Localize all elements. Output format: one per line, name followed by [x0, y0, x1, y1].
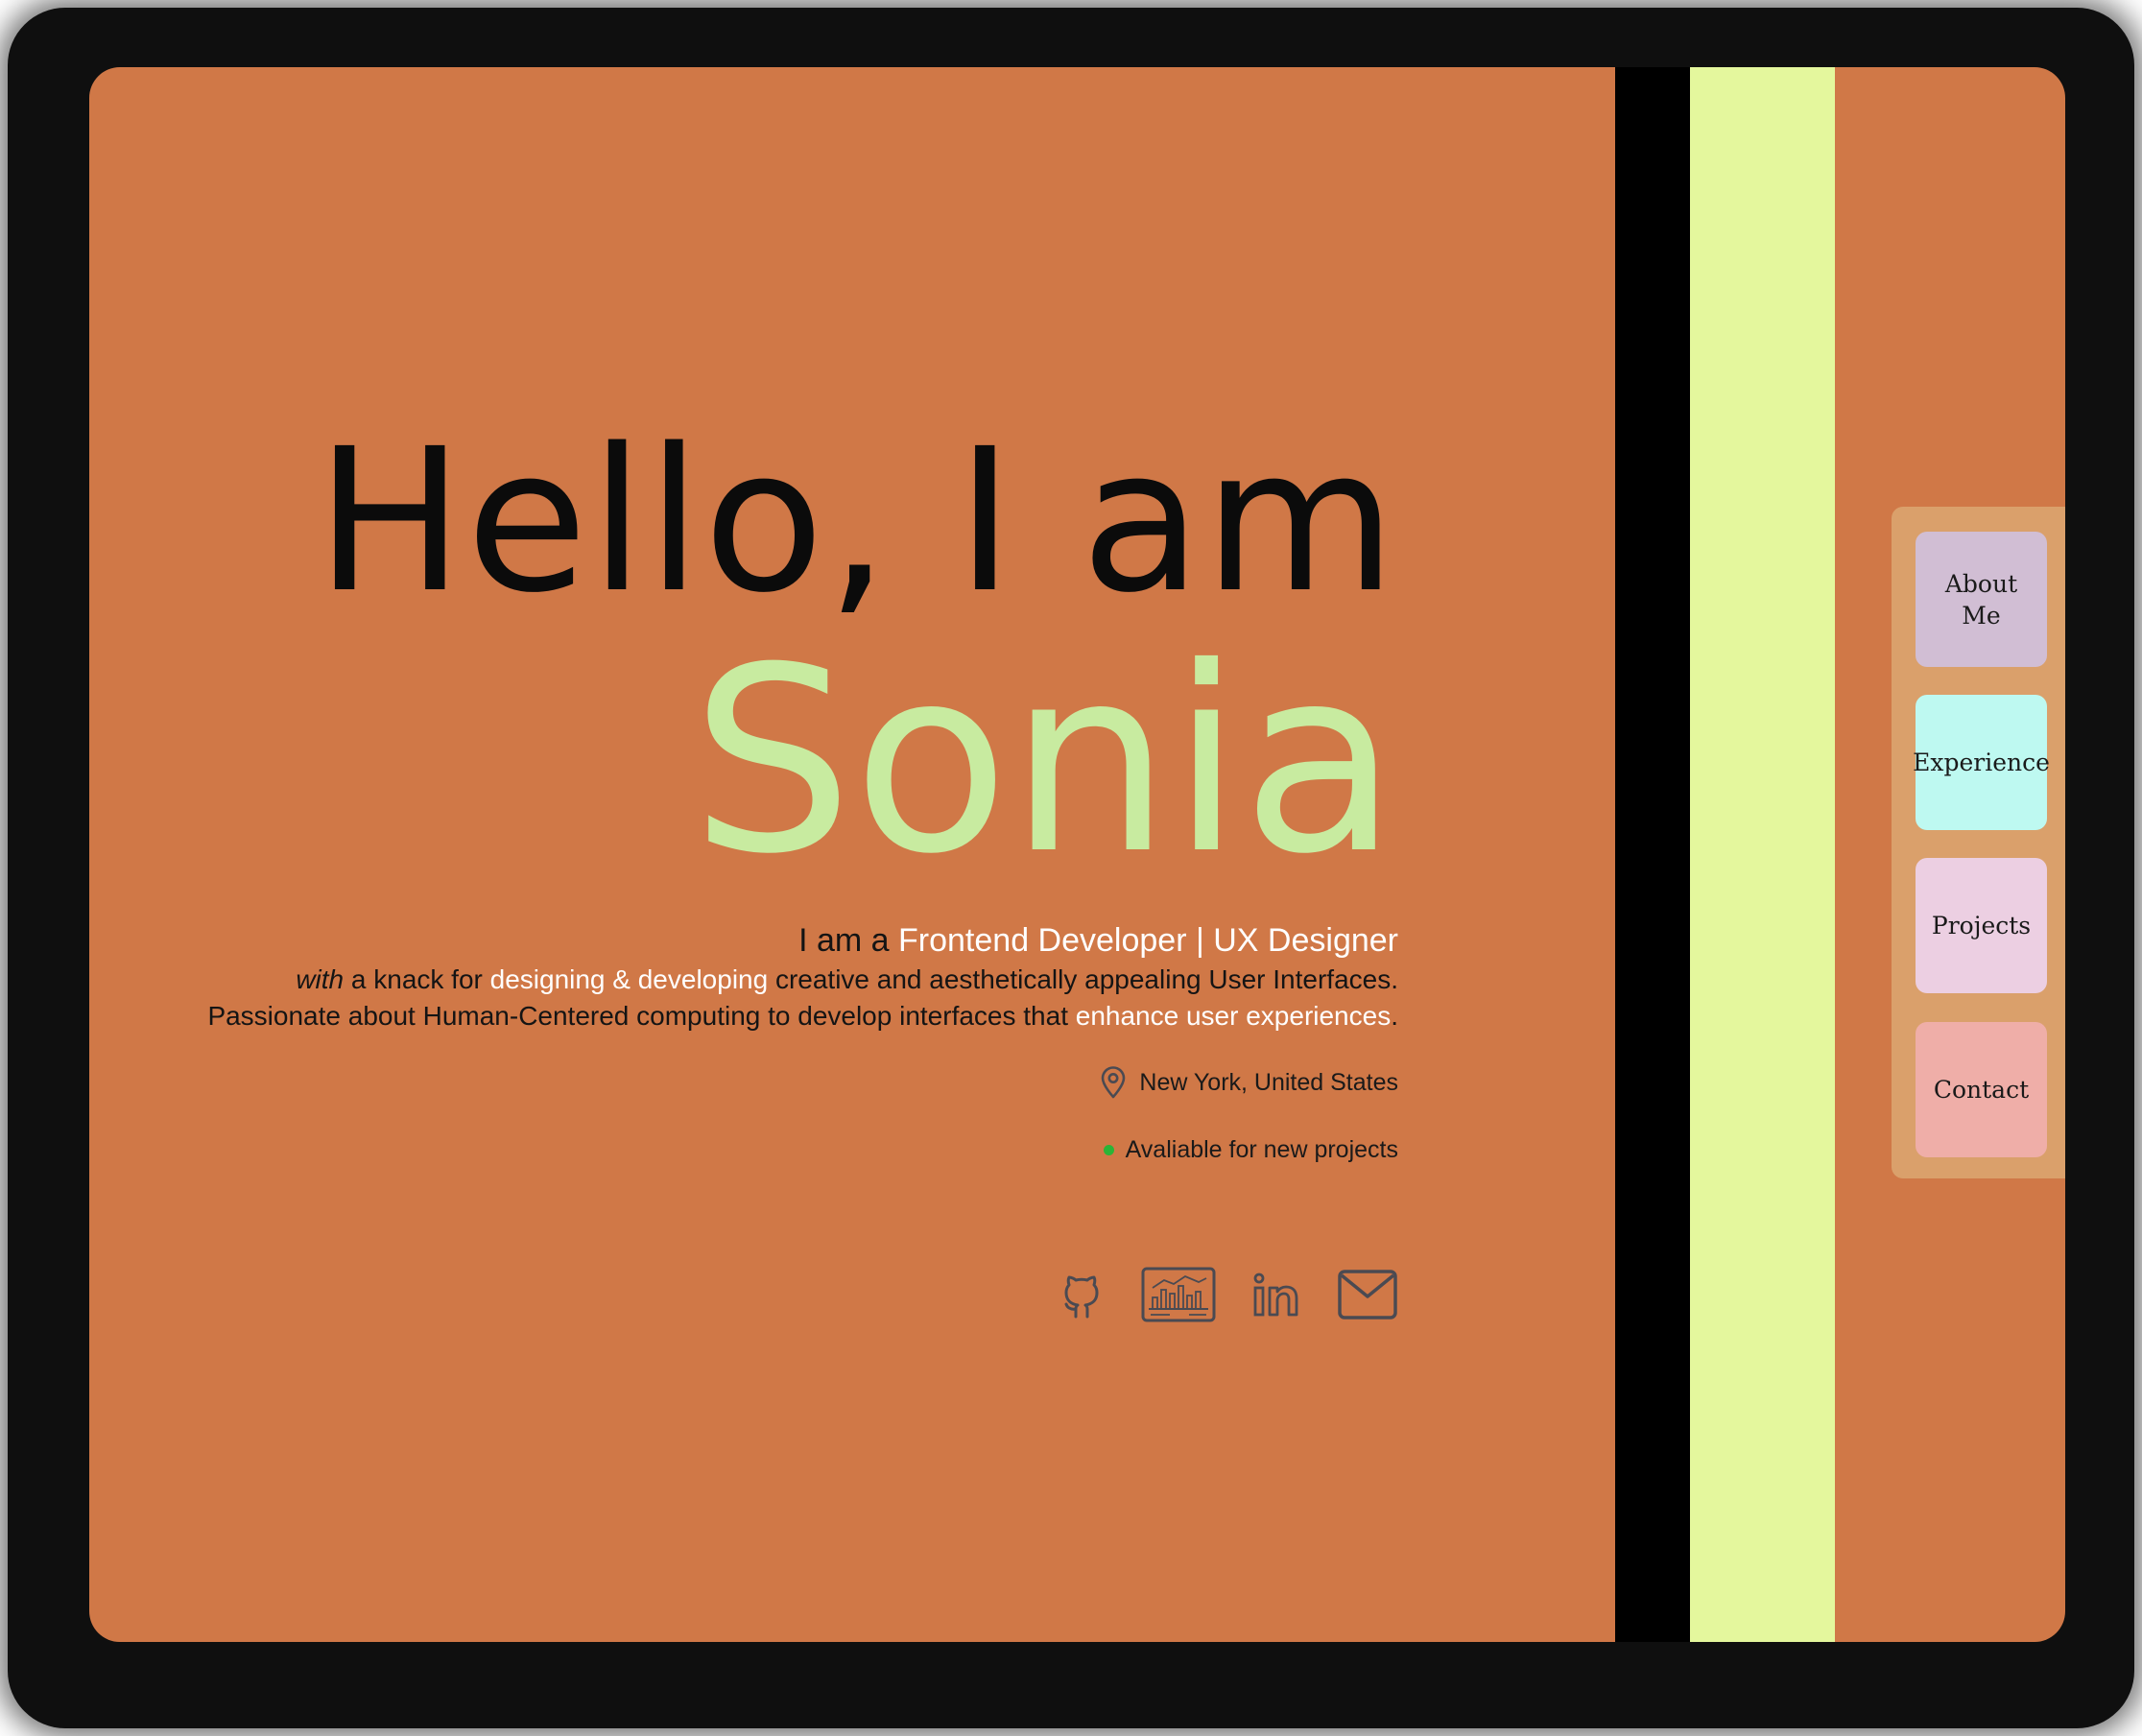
nav-projects-button[interactable]: Projects	[1916, 858, 2047, 993]
description-text-b: creative and aesthetically appealing Use…	[768, 964, 1398, 994]
description-text-c: Passionate about Human-Centered computin…	[207, 1001, 1076, 1031]
section-nav: About Me Experience Projects Contact	[1892, 507, 2065, 1178]
description-text-a: a knack for	[344, 964, 490, 994]
nav-contact-button[interactable]: Contact	[1916, 1022, 2047, 1157]
app-window: Hello, I am Sonia I am a Frontend Develo…	[89, 67, 2065, 1642]
location-row: New York, United States	[1099, 1065, 1398, 1100]
availability-row: Avaliable for new projects	[1103, 1136, 1398, 1164]
location-text: New York, United States	[1139, 1068, 1398, 1096]
nav-experience-button[interactable]: Experience	[1913, 695, 2050, 830]
status-dot	[1103, 1145, 1114, 1155]
mail-icon[interactable]	[1337, 1269, 1398, 1320]
greeting-heading: Hello, I am	[315, 406, 1398, 636]
name-heading: Sonia	[690, 612, 1398, 910]
description-highlight-2: enhance user experiences	[1075, 1001, 1392, 1031]
description-italic: with	[296, 964, 345, 994]
intro-text: I am a Frontend Developer | UX Designer …	[207, 919, 1398, 1034]
role-prefix: I am a	[798, 922, 899, 959]
dashboard-icon[interactable]	[1141, 1267, 1216, 1322]
map-pin-icon	[1099, 1065, 1128, 1100]
linkedin-icon[interactable]	[1252, 1272, 1300, 1318]
description-highlight-1: designing & developing	[489, 964, 769, 994]
lime-stripe	[1690, 67, 1835, 1642]
social-links	[1059, 1267, 1398, 1322]
availability-text: Avaliable for new projects	[1125, 1136, 1398, 1163]
nav-about-button[interactable]: About Me	[1916, 532, 2047, 667]
role-line: I am a Frontend Developer | UX Designer	[207, 919, 1398, 962]
github-icon[interactable]	[1059, 1270, 1105, 1320]
description-line-1: with a knack for designing & developing …	[207, 962, 1398, 998]
description-line-2: Passionate about Human-Centered computin…	[207, 998, 1398, 1034]
description-text-d: .	[1391, 1001, 1398, 1031]
role-title: Frontend Developer | UX Designer	[898, 922, 1398, 959]
black-stripe	[1615, 67, 1690, 1642]
hero-section: Hello, I am Sonia I am a Frontend Develo…	[89, 67, 1398, 1642]
